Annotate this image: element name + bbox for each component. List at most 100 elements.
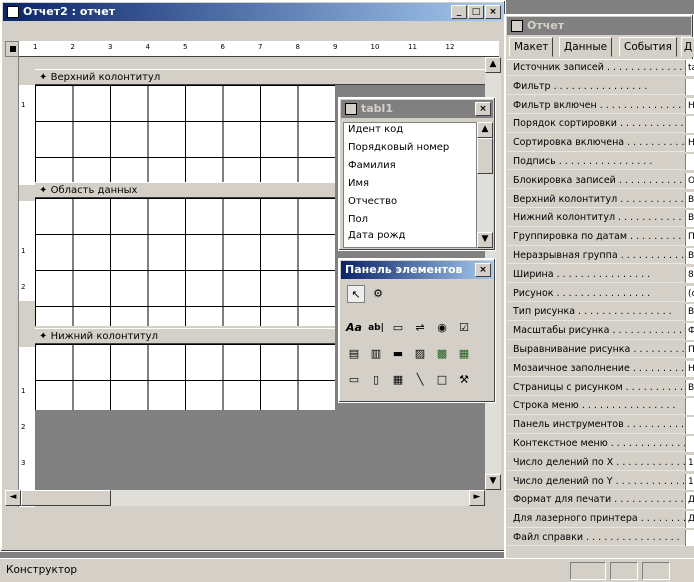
property-value[interactable]: Вс [685,304,694,321]
property-row[interactable]: Верхний колонтитул . . . . . . . . . . .… [507,192,687,208]
scroll-thumb[interactable] [21,490,111,506]
property-value[interactable] [685,154,694,171]
minimize-button[interactable]: _ [451,5,467,19]
property-row[interactable]: Строка меню . . . . . . . . . . . . . . … [507,398,687,415]
scroll-left-button[interactable]: ◄ [5,490,21,506]
tab-other[interactable]: Д [681,37,694,57]
property-value[interactable]: Д [685,492,694,509]
property-row[interactable]: Число делений по X . . . . . . . . . . .… [507,455,687,472]
option-button-tool[interactable]: ◉ [433,319,451,337]
property-row[interactable]: Страницы с рисунком . . . . . . . . . . … [507,380,687,396]
property-row[interactable]: Масштабы рисунка . . . . . . . . . . . .… [507,323,687,340]
tab-layout[interactable]: Макет [509,37,554,57]
data-section-grid[interactable] [35,198,335,326]
property-value[interactable]: 10 [685,473,694,490]
field-item[interactable]: Идент код [344,123,476,137]
rectangle-tool[interactable]: □ [433,371,451,389]
image-tool[interactable]: ▨ [411,345,429,363]
label-tool[interactable]: Аа [345,319,363,337]
ruler-corner[interactable] [5,41,19,57]
property-row[interactable]: Порядок сортировки . . . . . . . . . . .… [507,116,687,133]
property-row[interactable]: Фильтр включен . . . . . . . . . . . . .… [507,98,687,114]
field-list-scrollbar[interactable]: ▲ ▼ [477,122,493,248]
property-value[interactable]: (о [685,285,694,302]
toolbox-close-button[interactable]: × [475,263,491,277]
subform-tool[interactable]: ▦ [389,371,407,389]
page-break-tool[interactable]: ▭ [345,371,363,389]
property-row[interactable]: Ширина . . . . . . . . . . . . . . . . [507,267,687,284]
property-row[interactable]: Блокировка записей . . . . . . . . . . .… [507,173,687,190]
property-row[interactable]: Источник записей . . . . . . . . . . . .… [507,60,687,77]
maximize-button[interactable]: □ [468,5,484,19]
field-item[interactable]: Имя [344,177,476,191]
property-row[interactable]: Мозаичное заполнение . . . . . . . . . .… [507,361,687,378]
property-row[interactable]: Контекстное меню . . . . . . . . . . . .… [507,436,687,453]
command-button-tool[interactable]: ▬ [389,345,407,363]
combo-box-tool[interactable]: ▤ [345,345,363,363]
report-titlebar[interactable]: Отчет2 : отчет _ □ × [3,3,503,21]
list-box-tool[interactable]: ▥ [367,345,385,363]
line-tool[interactable]: ╲ [411,371,429,389]
property-value[interactable]: Во [685,379,694,396]
property-value[interactable] [685,116,694,133]
toggle-button-tool[interactable]: ⇌ [411,319,429,337]
tab-data[interactable]: Данные [559,37,613,57]
property-row[interactable]: Тип рисунка . . . . . . . . . . . . . . … [507,304,687,321]
property-value[interactable]: 8, [685,266,694,284]
property-value[interactable]: П [685,229,694,246]
more-controls-tool[interactable]: ⚒ [455,371,473,389]
property-value[interactable]: Ф [685,323,694,340]
field-item[interactable]: Дата рожд [344,229,476,243]
properties-titlebar[interactable]: Отчет [507,17,691,35]
field-scroll-down[interactable]: ▼ [477,232,493,248]
property-value[interactable]: Н [685,135,694,152]
tab-events[interactable]: События [619,37,677,57]
field-list-close-button[interactable]: × [475,102,491,116]
checkbox-tool[interactable]: ☑ [455,319,473,337]
bound-object-tool[interactable]: ▦ [455,345,473,363]
option-group-tool[interactable]: ▭ [389,319,407,337]
property-row[interactable]: Группировка по датам . . . . . . . . . .… [507,229,687,246]
header-section-grid[interactable] [35,85,335,185]
property-row[interactable]: Сортировка включена . . . . . . . . . . … [507,135,687,152]
property-value[interactable]: В [685,248,694,265]
field-item[interactable]: Порядковый номер [344,141,476,155]
property-value[interactable] [685,417,694,434]
property-value[interactable]: Д [685,511,694,528]
control-wizard-tool[interactable]: ⚙ [369,285,387,303]
field-list-titlebar[interactable]: tabl1 × [341,100,493,118]
field-item[interactable]: Фамилия [344,159,476,173]
property-value[interactable]: Во [685,191,694,208]
scroll-right-button[interactable]: ► [469,490,485,506]
property-row[interactable]: Для лазерного принтера . . . . . . . . .… [507,511,687,528]
property-row[interactable]: Выравнивание рисунка . . . . . . . . . .… [507,342,687,359]
property-value[interactable]: О [685,172,694,190]
property-value[interactable] [685,398,694,415]
textbox-tool[interactable]: ab| [367,319,385,337]
property-value[interactable]: 10 [685,454,694,472]
property-row[interactable]: Число делений по Y . . . . . . . . . . .… [507,474,687,490]
property-row[interactable]: Фильтр . . . . . . . . . . . . . . . . [507,79,687,96]
property-value[interactable]: Н [685,360,694,378]
property-row[interactable]: Формат для печати . . . . . . . . . . . … [507,492,687,509]
property-row[interactable]: Панель инструментов . . . . . . . . . . … [507,417,687,434]
section-selector-column[interactable] [5,57,19,507]
property-value[interactable]: По [685,342,694,359]
property-value[interactable]: ta [685,60,694,77]
property-value[interactable] [685,530,694,547]
property-row[interactable]: Неразрывная группа . . . . . . . . . . .… [507,248,687,265]
field-item[interactable]: Отчество [344,195,476,209]
footer-section-grid[interactable] [35,344,335,410]
property-value[interactable] [685,78,694,96]
field-item[interactable]: Пол [344,213,476,227]
scroll-down-button[interactable]: ▼ [485,474,501,490]
property-row[interactable]: Файл справки . . . . . . . . . . . . . .… [507,530,687,547]
property-row[interactable]: Подпись . . . . . . . . . . . . . . . . [507,154,687,171]
property-row[interactable]: Рисунок . . . . . . . . . . . . . . . . [507,286,687,302]
select-objects-tool[interactable]: ↖ [347,285,365,303]
section-header-bar[interactable]: ✦ Верхний колонтитул [35,69,485,85]
close-button[interactable]: × [485,5,501,19]
field-scroll-up[interactable]: ▲ [477,122,493,138]
field-scroll-thumb[interactable] [477,138,493,174]
toolbox-titlebar[interactable]: Панель элементов × [341,261,493,279]
